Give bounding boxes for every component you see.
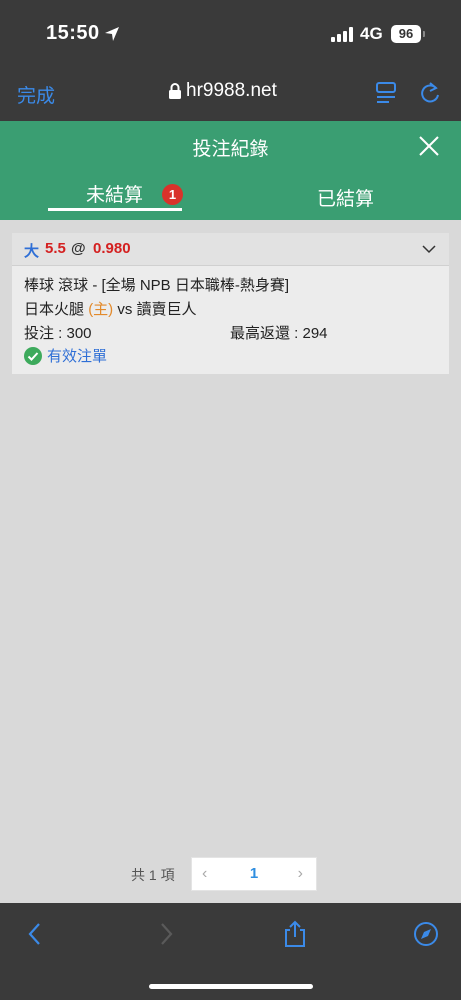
home-indicator [149,984,313,989]
tab-settled[interactable]: 已結算 [317,184,374,211]
bet-stake: 投注 : 300 [24,325,92,342]
bet-max-return: 最高返還 : 294 [230,325,328,342]
chevron-down-icon[interactable] [422,242,436,256]
battery-icon: 96 [391,25,421,43]
signal-icon [331,27,353,42]
network-type: 4G [360,24,383,43]
status-bar: 15:50 4G 96 [0,0,461,66]
bet-league: 棒球 滾球 - [全場 NPB 日本職棒-熱身賽] [24,277,290,294]
reader-view-icon[interactable] [375,81,397,105]
compass-icon[interactable] [413,920,439,948]
away-team: 讀賣巨人 [136,301,197,318]
close-icon[interactable] [418,135,440,157]
done-button[interactable]: 完成 [17,81,55,108]
status-time: 15:50 [46,22,100,44]
bet-card-header[interactable]: 大 5.5 @ 0.980 [12,233,449,266]
bet-line: 5.5 [45,240,66,257]
page-header: 投注紀錄 [0,121,461,172]
vs-label: vs [117,301,133,318]
forward-icon[interactable] [153,920,179,948]
location-arrow-icon [105,27,119,41]
home-team: 日本火腿 [24,301,85,318]
check-circle-icon [24,346,42,365]
pagination: ‹ 1 › [191,857,317,891]
active-tab-indicator [48,208,182,211]
share-icon[interactable] [282,920,308,948]
page-title: 投注紀錄 [192,139,269,160]
reload-icon[interactable] [418,80,442,106]
address-bar[interactable]: hr9988.net [168,80,277,102]
unsettled-count-badge: 1 [162,184,183,205]
bet-side: 大 [24,243,40,260]
tab-unsettled[interactable]: 未結算 [86,180,143,207]
bet-status-text: 有效注單 [47,348,108,365]
lock-icon [169,83,181,99]
tab-bar: 未結算 已結算 [0,172,461,220]
battery-tip [423,31,425,37]
next-page-button[interactable]: › [298,865,303,883]
bet-status: 有效注單 [24,345,107,366]
bet-at: @ [71,240,86,257]
home-tag: (主) [88,301,114,318]
total-count: 共 1 項 [131,867,175,883]
back-icon[interactable] [22,920,48,948]
browser-bar: 完成 hr9988.net [0,66,461,121]
bet-card: 大 5.5 @ 0.980 棒球 滾球 - [全場 NPB 日本職棒-熱身賽] … [12,233,449,374]
bet-matchup: 日本火腿 (主) vs 讀賣巨人 [24,298,197,319]
url-text: hr9988.net [186,80,277,101]
bet-odds: 0.980 [93,240,131,257]
